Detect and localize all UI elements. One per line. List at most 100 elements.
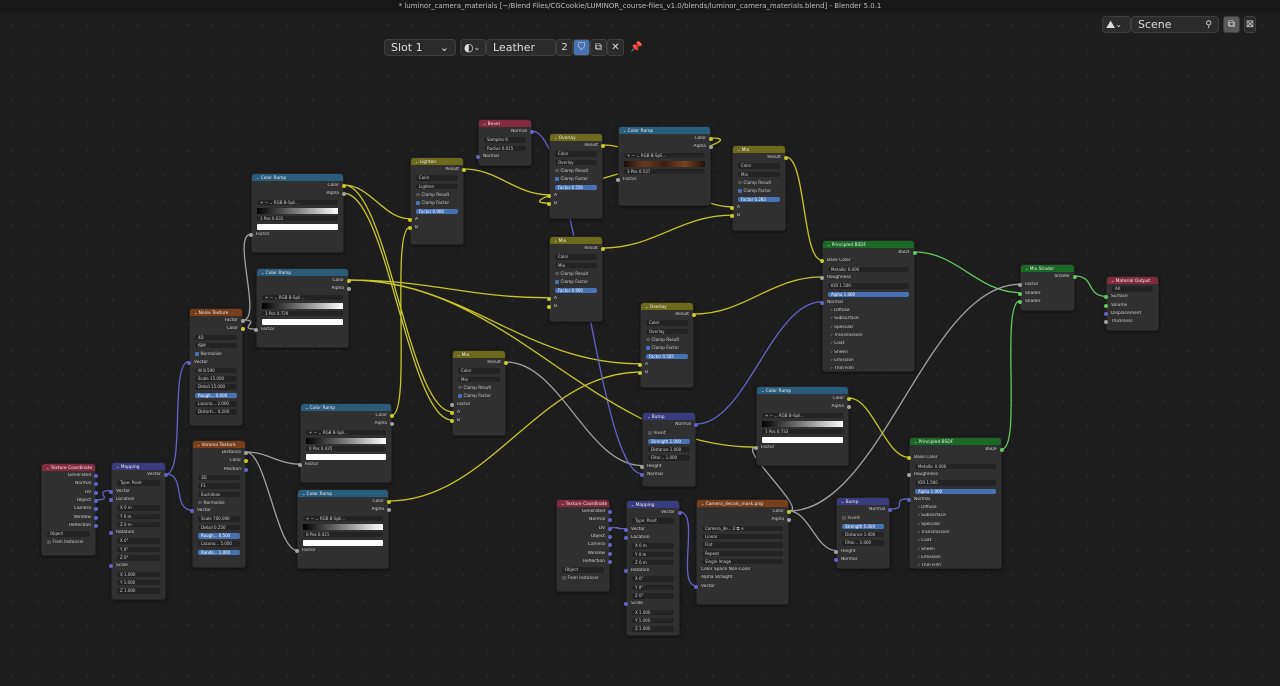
node-cr4[interactable]: Color Ramp Color Alpha + − ⌄ RGB B-Spli... 0… [295, 489, 391, 569]
input-socket[interactable] [450, 410, 454, 415]
color-ramp-gradient[interactable] [262, 302, 343, 309]
property-field[interactable]: F1 [198, 483, 240, 489]
node-bevel[interactable]: BevelNormalSamples 6Radius 0.015Normal [476, 119, 534, 166]
node-header[interactable]: Mapping [627, 501, 679, 508]
property-field[interactable]: Overlay [555, 159, 597, 166]
property-field[interactable]: Filter... 1.000 [648, 455, 690, 461]
input-socket[interactable] [1104, 295, 1108, 300]
property-field[interactable]: Radius 0.015 [484, 145, 526, 152]
checkbox[interactable]: Invert [842, 515, 860, 521]
input-socket[interactable] [1018, 283, 1022, 288]
property-field[interactable]: Z 1.000 [117, 588, 160, 594]
color-swatch[interactable] [257, 224, 338, 231]
input-socket[interactable] [408, 217, 412, 222]
property-field[interactable]: Mix [555, 262, 597, 269]
node-map1[interactable]: Mapping Vector Type: Point Vector Location X … [109, 462, 168, 600]
property-field[interactable]: Y 0 m [632, 551, 674, 557]
output-socket[interactable] [387, 500, 391, 504]
property-field[interactable]: Y 0° [117, 546, 160, 553]
output-socket[interactable] [244, 451, 248, 455]
property-field[interactable]: Factor 0.556 [555, 184, 597, 190]
property-field[interactable]: Color [458, 368, 500, 374]
checkbox[interactable]: Clamp Factor [458, 393, 492, 399]
node-bsdf2[interactable]: Principled BSDF BSDF Base Color Metallic 0.… [907, 437, 1004, 569]
output-socket[interactable] [1000, 448, 1004, 452]
delete-scene-icon[interactable]: ⊠ [1244, 16, 1256, 33]
property-field[interactable]: Repeat [702, 550, 783, 556]
checkbox[interactable]: Clamp Result [555, 271, 589, 277]
panel-toggle[interactable]: › Sheen [918, 547, 997, 553]
new-scene-icon[interactable]: ⧉ [1223, 16, 1240, 33]
node-bsdf1[interactable]: Principled BSDF BSDF Base Color Metallic 0.… [820, 240, 917, 372]
checkbox[interactable]: Clamp Factor [646, 345, 680, 351]
node-header[interactable]: Bevel [479, 120, 531, 127]
property-field[interactable]: IOR 1.500 [828, 283, 909, 289]
node-cr5[interactable]: Color Ramp Color Alpha + − ⌄ RGB B-Spli... 3… [616, 126, 713, 206]
checkbox[interactable]: Clamp Result [458, 385, 492, 391]
property-field[interactable]: X 0° [632, 576, 674, 582]
property-field[interactable]: X 1.000 [632, 609, 674, 616]
panel-toggle[interactable]: › Transmission [918, 530, 997, 536]
output-socket[interactable] [94, 474, 98, 478]
node-header[interactable]: Color Ramp [301, 404, 391, 411]
input-socket[interactable] [547, 296, 551, 301]
input-socket[interactable] [109, 497, 113, 502]
property-field[interactable]: Factor 0.900 [416, 208, 458, 214]
input-socket[interactable] [834, 557, 838, 562]
input-socket[interactable] [1104, 311, 1108, 316]
property-field[interactable]: Rough... 0.500 [198, 533, 240, 539]
property-field[interactable]: + − ⌄ RGB B-Spli... [306, 429, 386, 436]
output-socket[interactable] [784, 156, 788, 160]
node-header[interactable]: Camera_decals_mask.png [697, 500, 788, 507]
color-ramp-gradient[interactable] [257, 207, 338, 214]
input-socket[interactable] [109, 489, 113, 494]
property-field[interactable]: 1 Pos 0.631 [257, 215, 338, 222]
node-header[interactable]: Principled BSDF [823, 241, 914, 248]
property-field[interactable]: Object [47, 531, 90, 537]
node-header[interactable]: Noise Texture [190, 309, 242, 316]
node-mix1[interactable]: Mix Result Color Mix Clamp Result Clamp Facto… [730, 145, 788, 231]
panel-toggle[interactable]: › Subsurface [831, 316, 910, 322]
input-socket[interactable] [547, 202, 551, 207]
node-lighten[interactable]: Lighten Result Color Lighten Clamp Result Cla… [408, 157, 466, 245]
property-field[interactable]: Factor 0.283 [738, 196, 780, 202]
property-field[interactable]: Z 0° [632, 593, 674, 599]
property-field[interactable]: 4D [195, 334, 237, 341]
checkbox[interactable]: Invert [648, 430, 666, 436]
property-field[interactable]: Type: Point [117, 480, 160, 486]
node-bump1[interactable]: Bump Normal Invert Strength 1.000Distance 1… [640, 412, 698, 487]
output-socket[interactable] [530, 130, 534, 134]
input-socket[interactable] [1104, 320, 1108, 325]
output-socket[interactable] [164, 473, 168, 477]
property-field[interactable]: Strength 5.000 [842, 523, 884, 530]
node-header[interactable]: Principled BSDF [910, 438, 1001, 445]
output-socket[interactable] [787, 510, 791, 514]
output-socket[interactable] [244, 467, 248, 472]
output-socket[interactable] [504, 361, 508, 365]
property-field[interactable]: X 1.000 [117, 571, 160, 578]
property-field[interactable]: + − ⌄ RGB B-Spli... [257, 199, 338, 206]
property-field[interactable]: 0 Pos 0.435 [306, 445, 386, 452]
input-socket[interactable] [907, 472, 911, 477]
input-socket[interactable] [1018, 291, 1022, 296]
node-overlay2[interactable]: Overlay Result Color Overlay Clamp Result Cla… [638, 302, 696, 388]
checkbox[interactable]: Clamp Result [555, 168, 589, 174]
input-socket[interactable] [408, 226, 412, 231]
checkbox[interactable]: Clamp Result [416, 192, 450, 198]
checkbox[interactable]: Clamp Factor [555, 176, 589, 182]
checkbox[interactable]: Clamp Factor [555, 279, 589, 285]
panel-toggle[interactable]: › Specular [831, 325, 910, 331]
output-socket[interactable] [462, 168, 466, 172]
property-field[interactable]: X 0 m [632, 543, 674, 549]
property-field[interactable]: Factor 0.565 [646, 353, 688, 359]
input-socket[interactable] [295, 549, 299, 554]
input-socket[interactable] [820, 300, 824, 305]
panel-toggle[interactable]: › Transmission [831, 333, 910, 339]
input-socket[interactable] [694, 584, 698, 589]
property-field[interactable]: + − ⌄ RGB B-Spli... [303, 515, 383, 522]
output-socket[interactable] [847, 397, 851, 401]
property-field[interactable]: Y 1.000 [117, 579, 160, 586]
output-socket[interactable] [694, 423, 698, 427]
node-cr1[interactable]: Color Ramp Color Alpha + − ⌄ RGB B-Spli... 1… [249, 173, 346, 253]
fake-user-shield-icon[interactable]: ⛉ [573, 39, 590, 56]
